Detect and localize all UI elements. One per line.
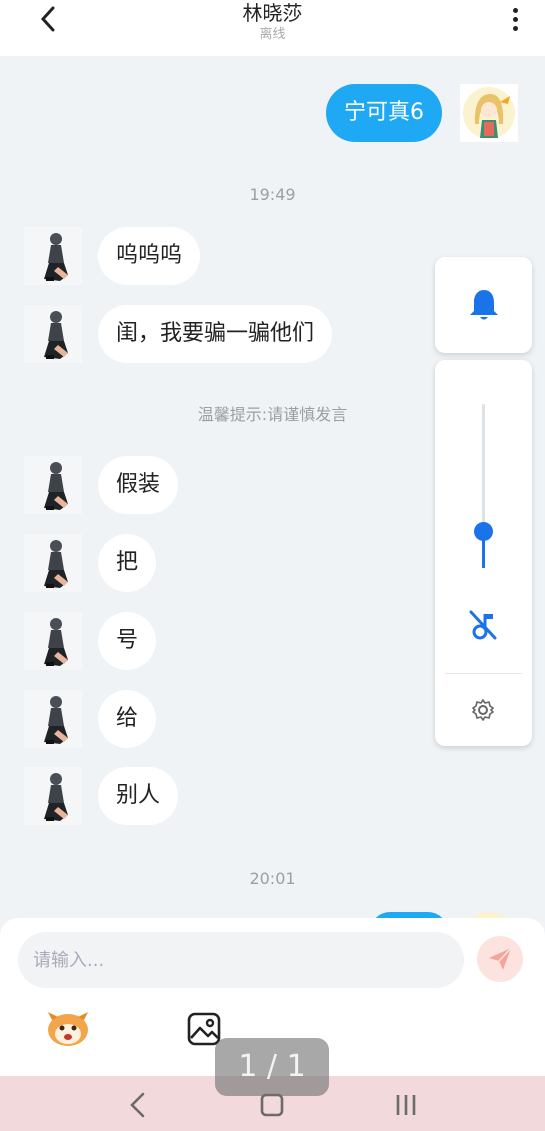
more-dot: [512, 25, 518, 31]
image-button[interactable]: [187, 1012, 221, 1046]
volume-panel: [435, 360, 532, 746]
incoming-message[interactable]: 别人: [98, 767, 179, 825]
sound-settings-button[interactable]: [472, 699, 494, 721]
incoming-message[interactable]: 号: [98, 612, 157, 670]
contact-avatar[interactable]: [24, 534, 82, 592]
volume-slider[interactable]: [474, 404, 493, 568]
send-button[interactable]: [477, 936, 523, 982]
nav-recents-icon: [396, 1095, 416, 1115]
send-icon: [489, 947, 512, 970]
contact-status: 离线: [259, 27, 286, 42]
sticker-button[interactable]: [46, 1008, 90, 1048]
nav-back-icon: [130, 1092, 145, 1118]
music-off-icon: [469, 610, 497, 640]
more-dot: [512, 16, 518, 22]
contact-avatar[interactable]: [24, 767, 82, 825]
incoming-message[interactable]: 给: [98, 690, 157, 748]
contact-avatar[interactable]: [24, 456, 82, 514]
contact-avatar[interactable]: [24, 612, 82, 670]
bell-icon: [469, 290, 498, 320]
contact-avatar[interactable]: [24, 305, 82, 363]
image-icon: [187, 1012, 221, 1046]
media-mute-button[interactable]: [467, 608, 499, 642]
more-dot: [512, 7, 518, 13]
contact-avatar[interactable]: [24, 690, 82, 748]
more-menu-button[interactable]: [505, 4, 525, 34]
ring-mode-button[interactable]: [435, 257, 532, 353]
nav-recents-button[interactable]: [392, 1092, 420, 1118]
chat-header: 林晓莎 离线: [0, 0, 545, 56]
volume-slider-knob[interactable]: [474, 521, 493, 541]
timestamp: 20:01: [249, 869, 296, 888]
timestamp: 19:49: [249, 185, 296, 204]
page-indicator: 1 / 1: [215, 1038, 329, 1096]
incoming-message[interactable]: 把: [98, 534, 157, 592]
contact-avatar[interactable]: [24, 227, 82, 285]
incoming-message[interactable]: 闺，我要骗一骗他们: [98, 305, 333, 363]
gear-icon: [472, 699, 494, 721]
outgoing-message[interactable]: 宁可真6: [326, 84, 442, 142]
nav-back-button[interactable]: [126, 1091, 150, 1119]
incoming-message[interactable]: 呜呜呜: [98, 227, 201, 285]
message-input[interactable]: [18, 932, 464, 988]
panel-divider: [445, 673, 522, 674]
sticker-icon: [48, 1012, 88, 1046]
incoming-message[interactable]: 假装: [98, 456, 179, 514]
my-avatar[interactable]: [460, 84, 518, 142]
